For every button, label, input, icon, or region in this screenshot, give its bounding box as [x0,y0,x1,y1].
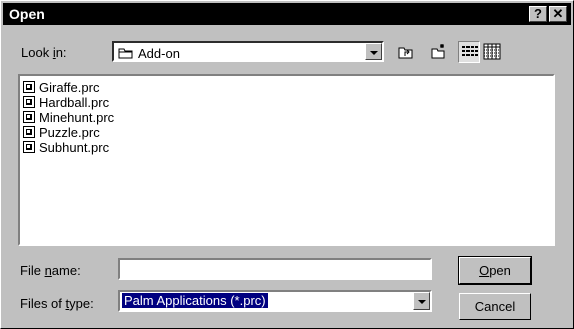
cancel-button[interactable]: Cancel [459,293,531,320]
look-in-label: Look in: [21,45,67,60]
help-button[interactable]: ? [529,6,547,22]
look-in-value: Add-on [138,46,180,61]
files-of-type-label: Files of type: [20,296,94,311]
file-list[interactable]: Giraffe.prc Hardball.prc Minehunt.prc Pu… [18,74,555,246]
open-dialog: Open ? ✕ Look in: Add-on Giraffe.prc Har… [0,0,574,329]
prc-file-icon [23,126,35,138]
window-title: Open [9,6,45,22]
file-name-input[interactable] [118,258,432,280]
look-in-dropdown-button[interactable] [365,43,382,60]
title-bar[interactable]: Open ? ✕ [3,3,571,25]
create-new-folder-icon [431,44,445,59]
files-of-type-dropdown-button[interactable] [413,292,430,310]
details-view-button[interactable] [481,41,503,63]
files-of-type-value: Palm Applications (*.prc) [122,293,268,308]
prc-file-icon [23,96,35,108]
prc-file-icon [23,111,35,123]
up-one-level-button[interactable] [395,41,417,63]
look-in-combo[interactable]: Add-on [112,41,384,62]
close-button[interactable]: ✕ [549,6,567,22]
create-new-folder-button[interactable] [428,41,450,63]
prc-file-icon [23,141,35,153]
folder-icon [118,48,133,59]
up-one-level-icon [398,47,413,59]
file-name-label: File name: [20,263,81,278]
open-button[interactable]: Open [458,256,532,285]
files-of-type-select[interactable]: Palm Applications (*.prc) [118,290,432,312]
list-view-icon [462,46,478,56]
details-view-icon [483,43,501,60]
prc-file-icon [23,81,35,93]
list-view-button[interactable] [458,41,480,63]
